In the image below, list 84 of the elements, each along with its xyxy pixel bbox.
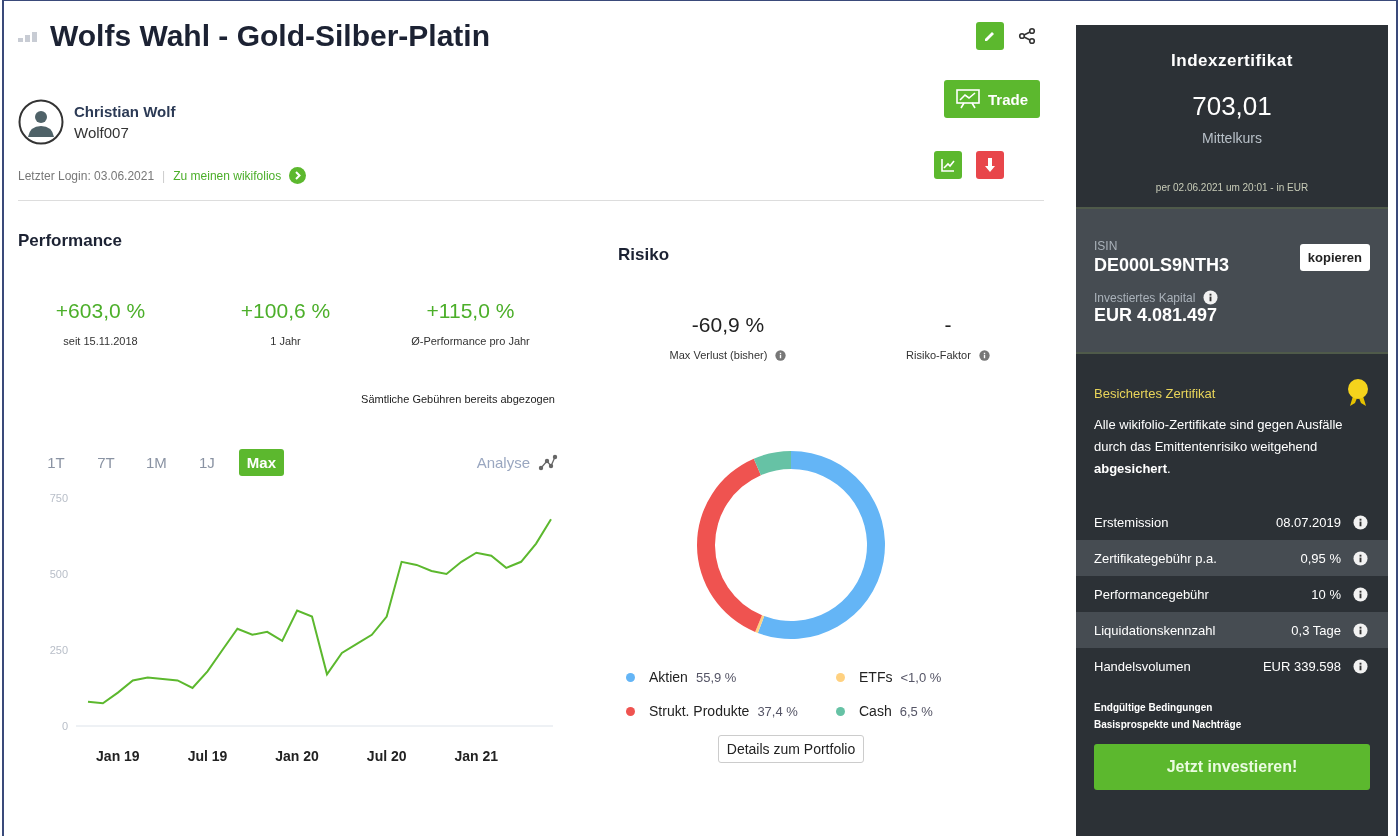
author-name: Christian Wolf [74, 103, 176, 120]
axis-tick-label: 0 [61, 720, 68, 732]
price-timestamp: per 02.06.2021 um 20:01 - in EUR [1155, 182, 1309, 193]
info-icon[interactable] [1353, 622, 1368, 638]
share-icon[interactable] [1018, 27, 1036, 45]
fact-label: Erstemission [1094, 514, 1169, 530]
medal-icon [1346, 378, 1370, 408]
info-icon[interactable] [1353, 514, 1368, 530]
isin: DE000LS9NTH3 [1094, 255, 1230, 276]
alert-button[interactable] [976, 150, 1004, 179]
certificate-title: Indexzertifikat [1171, 51, 1293, 71]
legend-value: 6,5 % [899, 703, 933, 719]
stat-label: Ø-Performance pro Jahr [411, 335, 530, 347]
analyse-link[interactable]: Analyse [476, 454, 530, 471]
fact-value: 0,3 Tage [1291, 622, 1341, 638]
legend-value: 55,9 % [695, 669, 737, 685]
axis-tick-label: Jan 19 [96, 748, 140, 764]
info-icon[interactable] [1353, 586, 1368, 602]
fact-label: Zertifikategebühr p.a. [1094, 550, 1217, 566]
details-button[interactable]: Details zum Portfolio [717, 735, 865, 763]
scatter-chart-icon[interactable] [538, 453, 558, 472]
section-heading: Performance [18, 231, 123, 251]
legend-label: Cash [859, 703, 892, 719]
legend-value: <1,0 % [900, 669, 942, 685]
fact-value: 08.07.2019 [1275, 514, 1341, 530]
wikifolios-link[interactable]: Zu meinen wikifolios [173, 168, 282, 183]
stat-label: seit 15.11.2018 [63, 335, 138, 347]
username: Wolf007 [74, 124, 130, 141]
line-chart-icon [940, 156, 956, 173]
capital-value: EUR 4.081.497 [1094, 305, 1218, 325]
legend-label: Aktien [649, 669, 688, 685]
stat-value: - [944, 313, 952, 337]
avatar-icon [18, 99, 64, 145]
portfolio-title: Wolfs Wahl - Gold-Silber-Platin [50, 19, 490, 53]
last-login: Letzter Login: 03.06.2021 [18, 168, 155, 183]
stat-value: -60,9 % [691, 313, 765, 337]
arrow-down-icon [984, 156, 996, 173]
axis-tick-label: 750 [49, 492, 68, 504]
document-link[interactable]: Basisprospekte und Nachträge [1094, 719, 1370, 730]
secured-text: Alle wikifolio-Zertifikate sind gegen Ausfälle durch das Emittentenrisiko weitgehend abgesichert. [1094, 416, 1344, 478]
info-icon[interactable] [1203, 290, 1219, 305]
secured-title: Besichertes Zertifikat [1094, 385, 1216, 401]
range-tab[interactable]: 1M [138, 449, 175, 476]
range-tab[interactable]: 1T [38, 449, 74, 476]
copy-button[interactable]: kopieren [1299, 244, 1370, 271]
info-icon[interactable] [1353, 658, 1368, 674]
info-icon[interactable] [1353, 550, 1368, 566]
section-heading: Risiko [618, 245, 671, 265]
fact-label: Performancegebühr [1094, 586, 1209, 602]
axis-tick-label: 500 [49, 568, 68, 580]
stat-label: Max Verlust (bisher) [669, 349, 768, 361]
isin-label: ISIN [1094, 239, 1119, 253]
capital-label: Investiertes Kapital [1094, 290, 1196, 305]
fee-note: Sämtliche Gebühren bereits abgezogen [361, 393, 555, 405]
range-tab[interactable]: 7T [88, 449, 124, 476]
axis-tick-label: Jul 20 [366, 748, 407, 764]
stat-value: +603,0 % [55, 299, 146, 323]
trade-button[interactable]: Trade [943, 80, 1040, 118]
document-link[interactable]: Endgültige Bedingungen [1094, 702, 1370, 713]
fact-value: EUR 339.598 [1262, 658, 1341, 674]
stat-value: +115,0 % [426, 299, 515, 323]
chart-board-icon [955, 89, 980, 109]
axis-tick-label: Jul 19 [187, 748, 228, 764]
price-label: Mittelkurs [1202, 130, 1262, 146]
fact-value: 10 % [1311, 586, 1341, 602]
range-tab[interactable]: 1J [188, 449, 225, 476]
axis-tick-label: Jan 21 [454, 748, 499, 764]
legend-label: Strukt. Produkte [649, 703, 750, 719]
stat-label: 1 Jahr [270, 335, 301, 347]
range-tab[interactable]: Max [238, 449, 285, 476]
axis-tick-label: Jan 20 [275, 748, 319, 764]
price: 703,01 [1192, 91, 1272, 122]
bar-chart-icon [18, 30, 40, 42]
pencil-icon [983, 29, 997, 43]
stat-value: +100,6 % [240, 299, 331, 323]
axis-tick-label: 250 [49, 644, 68, 656]
invest-button[interactable]: Jetzt investieren! [1094, 744, 1370, 790]
fact-value: 0,95 % [1300, 550, 1341, 566]
stat-label: Risiko-Faktor [906, 349, 971, 361]
fact-label: Handelsvolumen [1094, 658, 1191, 674]
fact-label: Liquidationskennzahl [1094, 622, 1216, 638]
legend-value: 37,4 % [757, 703, 798, 719]
legend-label: ETFs [859, 669, 893, 685]
separator: | [162, 168, 166, 183]
